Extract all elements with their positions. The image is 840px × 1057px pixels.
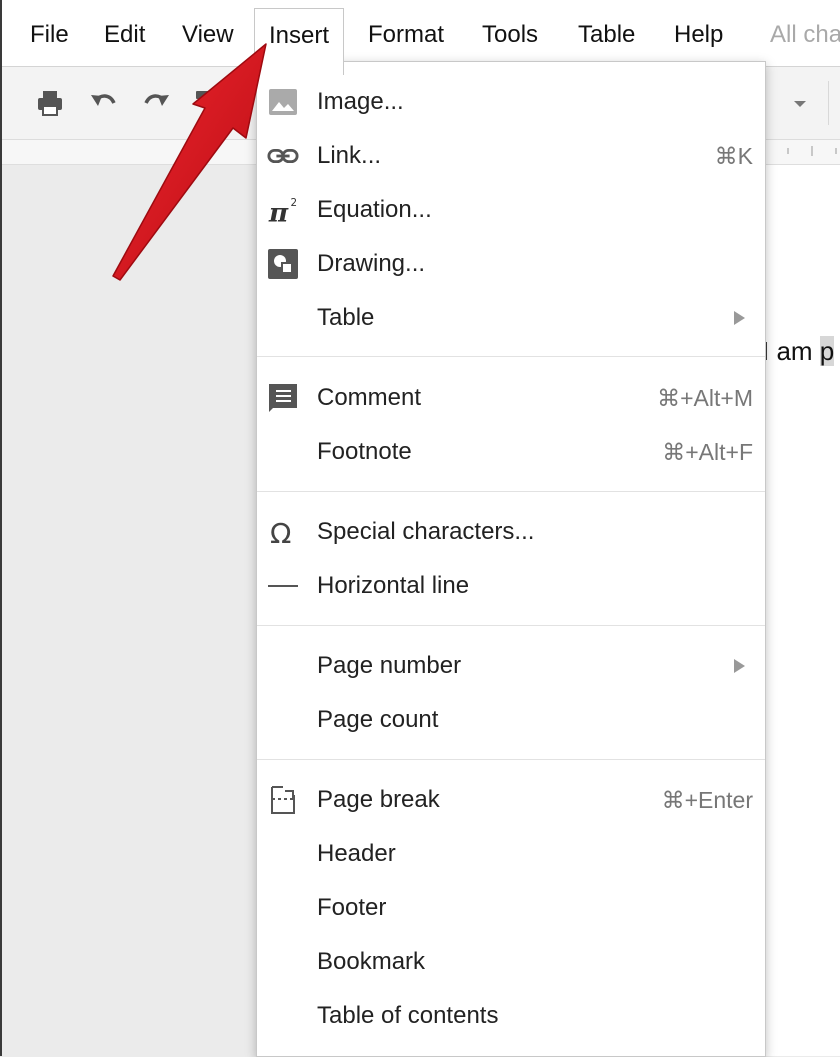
menu-item-label: Footnote (317, 438, 412, 465)
menu-item-label: Page break (317, 786, 440, 813)
menu-divider (257, 759, 765, 760)
document-text-plain: I am (762, 336, 820, 366)
menu-divider (257, 625, 765, 626)
menu-item-label: Special characters... (317, 518, 535, 545)
menu-item-label: Comment (317, 384, 422, 411)
menu-item-horizontal-line[interactable]: Horizontal line (257, 559, 765, 613)
annotation-arrow (112, 43, 267, 281)
menu-item-table-of-contents[interactable]: Table of contents (257, 989, 765, 1043)
menu-divider (257, 356, 765, 357)
comment-icon (267, 382, 299, 414)
menu-item-label: Horizontal line (317, 572, 470, 599)
menu-item-shortcut: ⌘+Enter (661, 787, 753, 813)
document-text[interactable]: I am p (762, 336, 835, 367)
menu-item-label: Page count (317, 706, 439, 733)
menu-item-page-count[interactable]: Page count (257, 693, 765, 747)
menu-item-label: Footer (317, 894, 387, 921)
menu-item-label: Bookmark (317, 948, 426, 975)
omega-icon: Ω (267, 516, 299, 548)
menu-item-footer[interactable]: Footer (257, 881, 765, 935)
submenu-arrow-icon (734, 659, 745, 673)
menu-item-footnote[interactable]: Footnote ⌘+Alt+F (257, 425, 765, 479)
page-break-icon (267, 784, 299, 816)
menu-item-label: Table (317, 304, 375, 331)
menu-divider (257, 491, 765, 492)
menu-item-shortcut: ⌘+Alt+M (657, 385, 753, 411)
svg-text:Ω: Ω (270, 517, 291, 547)
submenu-arrow-icon (734, 311, 745, 325)
menu-item-page-break[interactable]: Page break ⌘+Enter (257, 773, 765, 827)
menu-item-label: Table of contents (317, 1002, 499, 1029)
menu-item-page-number[interactable]: Page number (257, 639, 765, 693)
horizontal-line-icon (267, 570, 299, 602)
menu-item-comment[interactable]: Comment ⌘+Alt+M (257, 371, 765, 425)
selected-text: p (819, 336, 835, 366)
menu-item-shortcut: ⌘+Alt+F (662, 439, 753, 465)
menu-item-bookmark[interactable]: Bookmark (257, 935, 765, 989)
menu-item-label: Page number (317, 652, 462, 679)
menu-item-special-characters[interactable]: Ω Special characters... (257, 505, 765, 559)
menu-item-label: Header (317, 840, 396, 867)
menu-item-header[interactable]: Header (257, 827, 765, 881)
